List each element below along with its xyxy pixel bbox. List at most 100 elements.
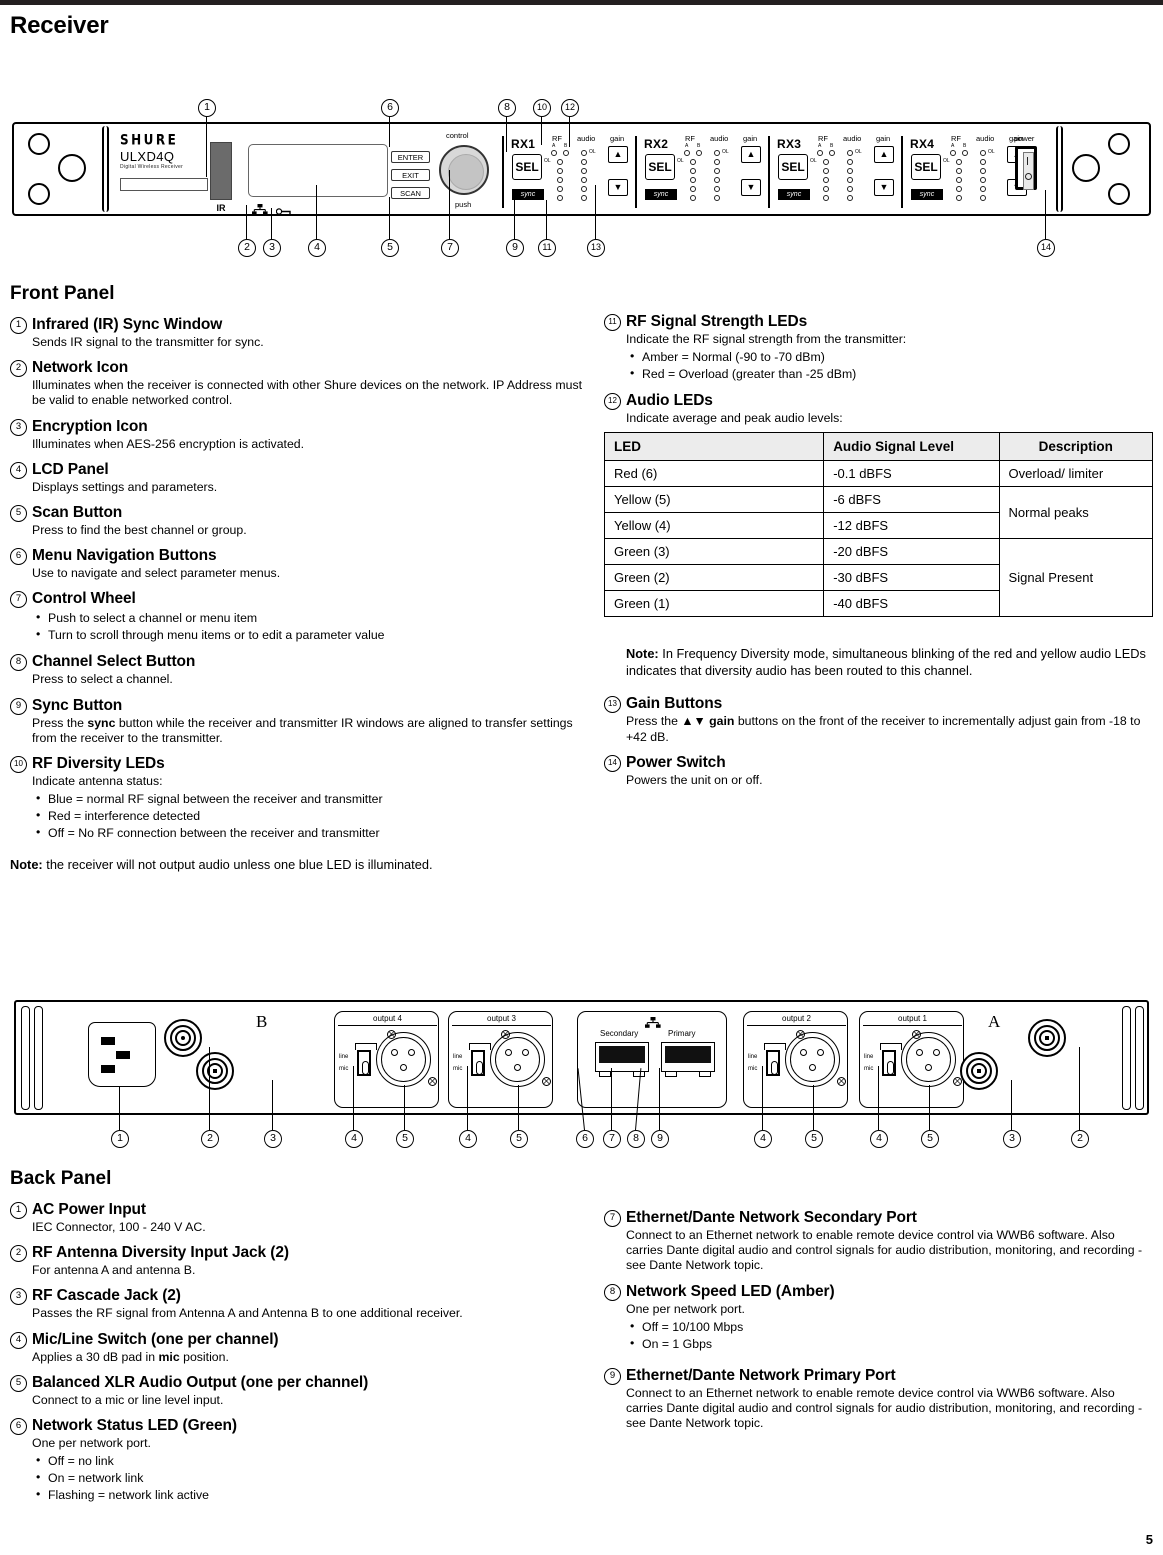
back-item-4: 4 Mic/Line Switch (one per channel) Appl…	[10, 1331, 582, 1365]
rf-cascade-jack-a	[960, 1052, 998, 1090]
bp-callout-9: 9	[651, 1130, 669, 1148]
rf-antenna-input-b	[164, 1019, 202, 1057]
back-item-6: 6 Network Status LED (Green) One per net…	[10, 1417, 582, 1504]
item-body: Applies a 30 dB pad in mic position.	[32, 1350, 582, 1365]
xlr-pin	[933, 1049, 940, 1056]
bp-callout-4b: 4	[459, 1130, 477, 1148]
body-bold: mic	[158, 1349, 180, 1364]
chassis-rail-right-2	[1135, 1006, 1144, 1110]
bp-callout-2: 2	[201, 1130, 219, 1148]
xlr-inner-ring	[790, 1037, 835, 1082]
xlr-pin	[505, 1049, 512, 1056]
callout-leader	[518, 1085, 520, 1130]
page-number: 5	[1145, 1532, 1153, 1547]
item-number: 8	[604, 1283, 621, 1301]
callout-leader	[1011, 1080, 1013, 1130]
body-post: position.	[179, 1349, 229, 1364]
bullet: Off = no link	[36, 1452, 582, 1470]
back-item-5: 5 Balanced XLR Audio Output (one per cha…	[10, 1374, 582, 1408]
switch-bracket	[469, 1043, 491, 1050]
mic-line-switch[interactable]	[471, 1050, 485, 1076]
chassis-rail-left-2	[34, 1006, 43, 1110]
mic-line-switch[interactable]	[357, 1050, 371, 1076]
bp-callout-7: 7	[603, 1130, 621, 1148]
item-title: RF Antenna Diversity Input Jack (2)	[32, 1244, 289, 1262]
output-divider	[338, 1025, 437, 1027]
bp-callout-5c: 5	[805, 1130, 823, 1148]
back-item-8: 8 Network Speed LED (Amber) One per netw…	[604, 1283, 1153, 1353]
secondary-port-label: Secondary	[600, 1029, 639, 1038]
line-label: line	[339, 1054, 349, 1060]
xlr-output-connector	[901, 1032, 956, 1087]
iec-pin	[101, 1037, 115, 1045]
switch-bracket	[880, 1043, 902, 1050]
item-body: Connect to an Ethernet network to enable…	[626, 1385, 1143, 1431]
item-body: One per network port.	[626, 1301, 745, 1316]
output-label: output 4	[373, 1014, 402, 1023]
back-panel-heading: Back Panel	[10, 1168, 112, 1189]
callout-leader	[878, 1066, 880, 1130]
screw-icon: ⨉	[542, 1077, 551, 1086]
rj45-opening	[599, 1046, 645, 1063]
item-bullets: Off = 10/100 Mbps On = 1 Gbps	[630, 1318, 1153, 1353]
bnc-center-pin	[977, 1069, 981, 1073]
switch-lever	[362, 1061, 369, 1075]
mic-line-switch[interactable]	[766, 1050, 780, 1076]
callout-leader	[404, 1085, 406, 1130]
switch-lever	[476, 1061, 483, 1075]
callout-leader	[467, 1066, 469, 1130]
item-body: For antenna A and antenna B.	[32, 1263, 196, 1278]
output-block-3: output 3 ⨉ ⨉ line mic	[448, 1011, 553, 1108]
xlr-pin	[809, 1064, 816, 1071]
ac-power-input	[88, 1022, 156, 1087]
output-label: output 3	[487, 1014, 516, 1023]
bp-callout-4d: 4	[870, 1130, 888, 1148]
mic-line-switch[interactable]	[882, 1050, 896, 1076]
network-port-block: Secondary Primary	[577, 1011, 727, 1108]
xlr-pin	[817, 1049, 824, 1056]
bullet: On = 1 Gbps	[630, 1335, 1153, 1353]
callout-leader	[119, 1086, 121, 1130]
item-title: Mic/Line Switch (one per channel)	[32, 1330, 279, 1348]
xlr-inner-ring	[906, 1037, 951, 1082]
bp-callout-5a: 5	[396, 1130, 414, 1148]
output-divider	[747, 1025, 846, 1027]
item-number: 5	[10, 1374, 27, 1392]
callout-leader	[659, 1068, 661, 1130]
item-number: 7	[604, 1210, 621, 1227]
rj45-opening	[665, 1046, 711, 1063]
antenna-a-letter: A	[988, 1012, 1001, 1031]
xlr-inner-ring	[495, 1037, 540, 1082]
xlr-pin	[514, 1064, 521, 1071]
bp-callout-5d: 5	[921, 1130, 939, 1148]
rf-cascade-jack-b	[196, 1052, 234, 1090]
primary-port-label: Primary	[668, 1029, 696, 1038]
xlr-pin	[916, 1049, 923, 1056]
callout-leader	[353, 1066, 355, 1130]
bp-callout-6: 6	[576, 1130, 594, 1148]
xlr-inner-ring	[381, 1037, 426, 1082]
bp-callout-3: 3	[264, 1130, 282, 1148]
back-item-1: 1 AC Power Input IEC Connector, 100 - 24…	[10, 1201, 582, 1235]
back-item-3: 3 RF Cascade Jack (2) Passes the RF sign…	[10, 1287, 582, 1321]
switch-bracket	[764, 1043, 786, 1050]
mic-label: mic	[864, 1066, 874, 1072]
network-icon	[645, 1015, 661, 1033]
bullet: Flashing = network link active	[36, 1486, 582, 1504]
xlr-output-connector	[376, 1032, 431, 1087]
output-block-1: output 1 ⨉ ⨉ line mic	[859, 1011, 964, 1108]
item-number: 2	[10, 1245, 27, 1263]
item-title: AC Power Input	[32, 1201, 146, 1218]
switch-lever	[887, 1061, 894, 1075]
bp-callout-5b: 5	[510, 1130, 528, 1148]
output-block-4: output 4 ⨉ ⨉ line mic	[334, 1011, 439, 1108]
callout-leader	[929, 1085, 931, 1130]
ethernet-primary-port[interactable]	[661, 1042, 715, 1077]
bp-callout-8: 8	[627, 1130, 645, 1148]
line-label: line	[453, 1054, 463, 1060]
output-divider	[452, 1025, 551, 1027]
xlr-pin	[522, 1049, 529, 1056]
bp-callout-1: 1	[111, 1130, 129, 1148]
callout-leader	[272, 1080, 274, 1130]
switch-bracket	[355, 1043, 377, 1050]
